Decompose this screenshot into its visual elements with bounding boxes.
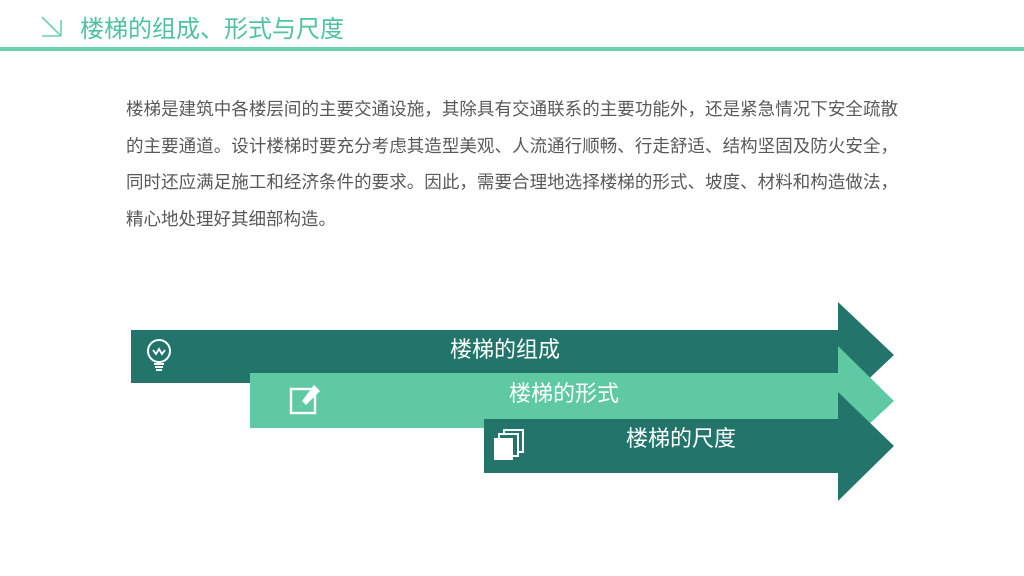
arrow-label-dimension: 楼梯的尺度 [626, 427, 737, 452]
pages-icon [494, 429, 524, 460]
arrow-label-form: 楼梯的形式 [509, 382, 620, 407]
edit-icon [289, 385, 320, 415]
slide: 楼梯的组成、形式与尺度 楼梯是建筑中各楼层间的主要交通设施，其除具有交通联系的主… [0, 0, 1024, 576]
lightbulb-icon [147, 339, 171, 371]
arrow-diagram [131, 302, 894, 501]
arrow-label-composition: 楼梯的组成 [450, 338, 561, 363]
